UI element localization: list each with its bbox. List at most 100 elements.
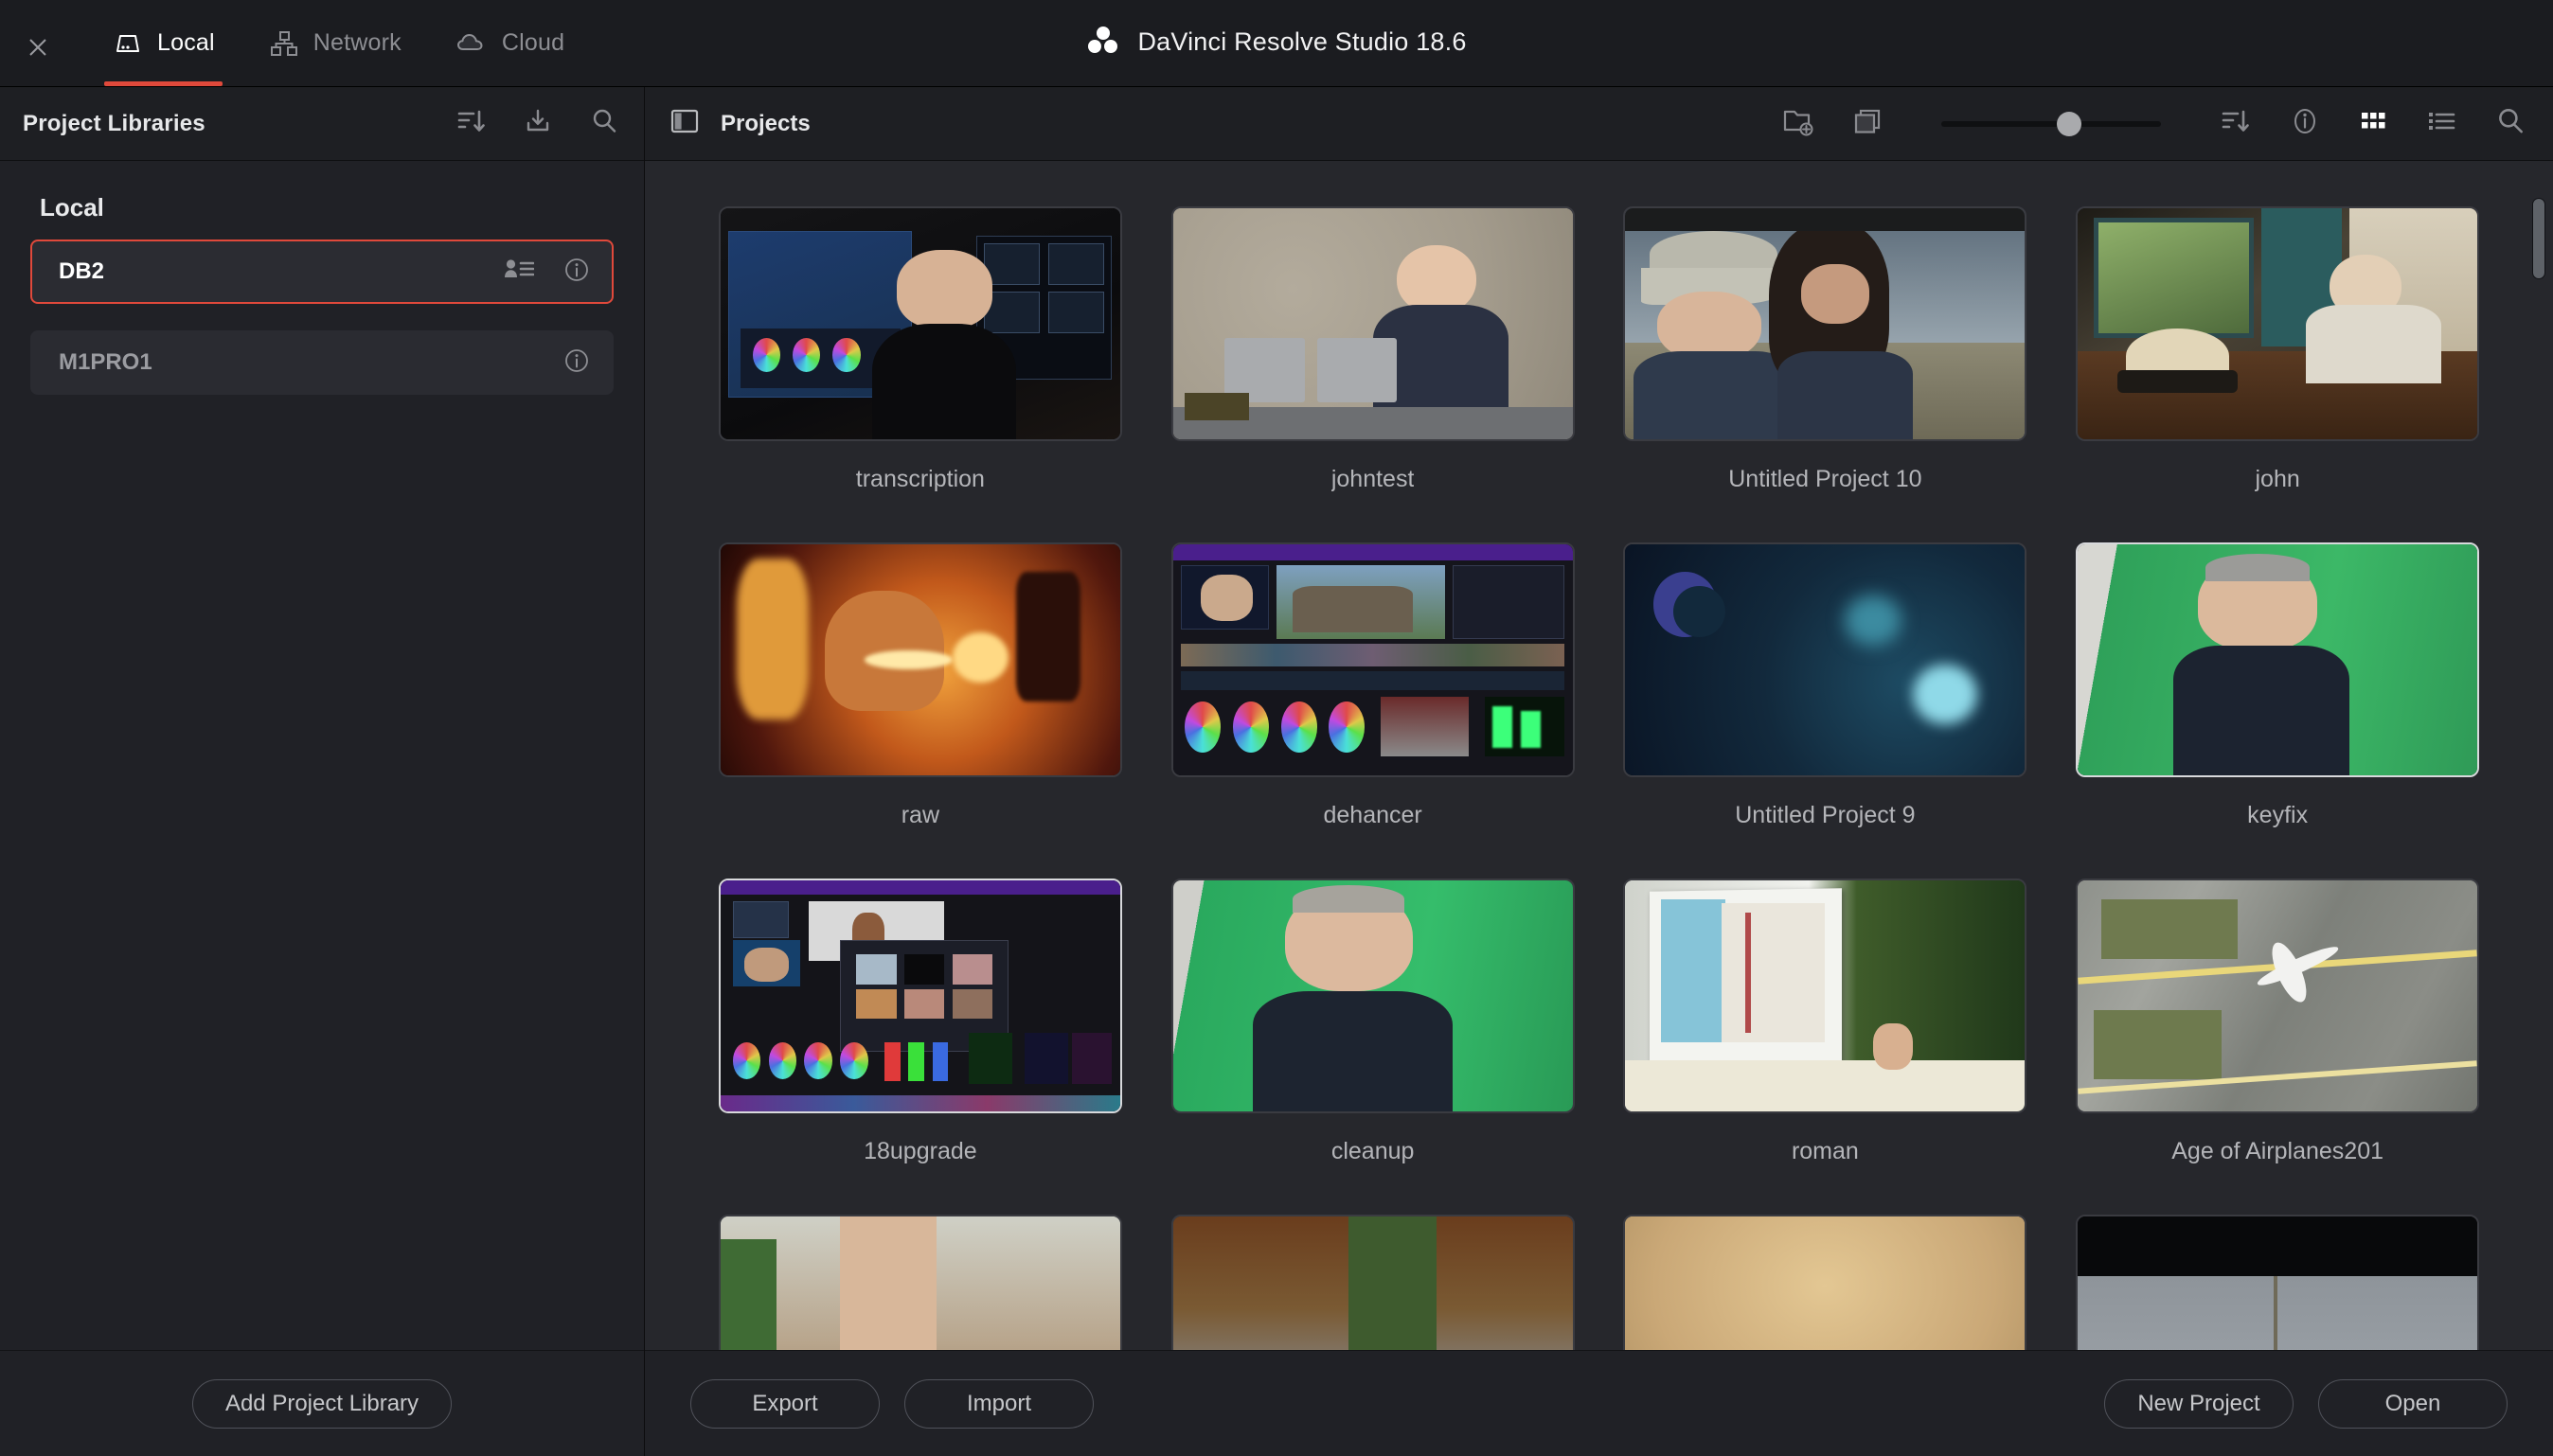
project-name-label: 18upgrade (864, 1138, 977, 1164)
project-thumbnail[interactable] (1623, 542, 2027, 777)
project-tile[interactable] (1599, 1198, 2052, 1350)
project-name-label: dehancer (1323, 802, 1422, 828)
new-folder-icon[interactable] (1782, 106, 1814, 141)
search-icon[interactable] (2494, 105, 2526, 142)
info-icon[interactable] (562, 256, 591, 289)
new-project-button[interactable]: New Project (2104, 1378, 2294, 1429)
tab-network[interactable]: Network (247, 0, 434, 86)
project-tile[interactable]: transcription (694, 189, 1147, 525)
project-thumbnail-image (1172, 1216, 1573, 1350)
title-bar: Local Network Cloud DaVinci Resolve Stud… (0, 0, 2553, 87)
list-view-icon[interactable] (2426, 106, 2456, 141)
library-location-tabs: Local Network Cloud (91, 0, 597, 86)
library-item-m1pro1-icons (562, 346, 591, 380)
project-tile[interactable]: Age of Airplanes201 (2051, 861, 2504, 1198)
import-library-icon[interactable] (523, 106, 553, 141)
project-thumbnail[interactable] (1623, 879, 2027, 1113)
projects-title: Projects (721, 110, 811, 136)
new-bin-icon[interactable] (1852, 106, 1883, 141)
project-thumbnail[interactable] (2076, 879, 2480, 1113)
project-libraries-header: Project Libraries (0, 87, 644, 161)
project-thumbnail[interactable] (718, 542, 1122, 777)
projects-footer: Export Import New Project Open (645, 1350, 2553, 1456)
grid-view-icon[interactable] (2358, 106, 2388, 141)
add-project-library-button[interactable]: Add Project Library (191, 1378, 453, 1429)
search-icon[interactable] (589, 106, 619, 141)
thumbnail-artwork (1172, 1216, 1573, 1350)
project-tile[interactable] (2051, 1198, 2504, 1350)
project-name-label: raw (901, 802, 940, 828)
sidebar-toggle-icon[interactable] (669, 107, 700, 140)
library-item-db2-label: DB2 (59, 258, 105, 284)
project-tile[interactable]: Untitled Project 9 (1599, 525, 2052, 861)
project-tile[interactable]: cleanup (1147, 861, 1599, 1198)
project-thumbnail[interactable] (2076, 542, 2480, 777)
slider-thumb[interactable] (2056, 111, 2081, 136)
users-icon[interactable] (504, 257, 535, 287)
project-tile[interactable]: 18upgrade (694, 861, 1147, 1198)
project-libraries-list: Local DB2 M1PRO1 (0, 161, 644, 1350)
tab-local[interactable]: Local (91, 0, 247, 86)
project-thumbnail[interactable] (1170, 1215, 1575, 1350)
project-tile[interactable]: keyfix (2051, 525, 2504, 861)
app-title-text: DaVinci Resolve Studio 18.6 (1137, 27, 1467, 56)
projects-scrollbar[interactable] (2532, 174, 2545, 1341)
sort-icon[interactable] (2220, 106, 2252, 141)
project-tile[interactable]: roman (1599, 861, 2052, 1198)
export-button[interactable]: Export (690, 1378, 880, 1429)
project-name-label: keyfix (2247, 802, 2309, 828)
project-thumbnail[interactable] (2076, 1215, 2480, 1350)
thumbnail-zoom-slider[interactable] (1941, 110, 2161, 138)
project-thumbnail-image (720, 1216, 1120, 1350)
thumbnail-artwork (2078, 208, 2478, 439)
project-thumbnail[interactable] (1623, 206, 2027, 441)
project-libraries-panel: Project Libraries Local DB2 M1PRO1 Add P… (0, 87, 645, 1456)
tab-network-label: Network (312, 29, 402, 56)
project-tile[interactable]: Untitled Project 10 (1599, 189, 2052, 525)
project-thumbnail[interactable] (1170, 879, 1575, 1113)
thumbnail-artwork (2078, 880, 2478, 1111)
project-tile[interactable] (1147, 1198, 1599, 1350)
hard-drive-icon (112, 27, 144, 60)
thumbnail-artwork (2078, 544, 2478, 775)
project-name-label: transcription (855, 466, 985, 492)
project-tile[interactable]: john (2051, 189, 2504, 525)
project-thumbnail[interactable] (1170, 206, 1575, 441)
projects-toolbar (1782, 105, 2526, 142)
project-thumbnail-image (720, 880, 1120, 1111)
project-thumbnail-image (1172, 544, 1573, 775)
close-button[interactable] (17, 27, 59, 68)
library-item-db2[interactable]: DB2 (30, 240, 614, 304)
project-thumbnail-image (2078, 880, 2478, 1111)
import-button[interactable]: Import (904, 1378, 1094, 1429)
project-thumbnail-image (1625, 880, 2026, 1111)
project-thumbnail[interactable] (2076, 206, 2480, 441)
project-tile[interactable]: dehancer (1147, 525, 1599, 861)
project-thumbnail[interactable] (1170, 542, 1575, 777)
library-item-m1pro1[interactable]: M1PRO1 (30, 330, 614, 395)
projects-grid: transcription johntest Untitled Project … (645, 161, 2553, 1350)
tab-cloud[interactable]: Cloud (434, 0, 597, 86)
project-tile[interactable]: johntest (1147, 189, 1599, 525)
projects-scrollbar-thumb[interactable] (2532, 197, 2545, 279)
project-thumbnail-image (720, 208, 1120, 439)
project-tile[interactable] (694, 1198, 1147, 1350)
projects-footer-left: Export Import (690, 1378, 1094, 1429)
info-icon[interactable] (562, 346, 591, 380)
project-thumbnail-image (720, 544, 1120, 775)
open-button[interactable]: Open (2318, 1378, 2508, 1429)
project-libraries-footer: Add Project Library (0, 1350, 644, 1456)
projects-grid-area[interactable]: transcription johntest Untitled Project … (645, 161, 2553, 1350)
project-thumbnail[interactable] (1623, 1215, 2027, 1350)
sort-icon[interactable] (456, 106, 487, 141)
project-thumbnail[interactable] (718, 879, 1122, 1113)
project-tile[interactable]: raw (694, 525, 1147, 861)
projects-panel: Projects transcription johntest Untitled… (645, 87, 2553, 1456)
network-icon (268, 27, 300, 60)
thumbnail-artwork (1172, 544, 1573, 775)
project-thumbnail-image (2078, 208, 2478, 439)
project-thumbnail[interactable] (718, 1215, 1122, 1350)
library-item-m1pro1-label: M1PRO1 (59, 349, 152, 375)
info-icon[interactable] (2290, 105, 2320, 142)
project-thumbnail[interactable] (718, 206, 1122, 441)
